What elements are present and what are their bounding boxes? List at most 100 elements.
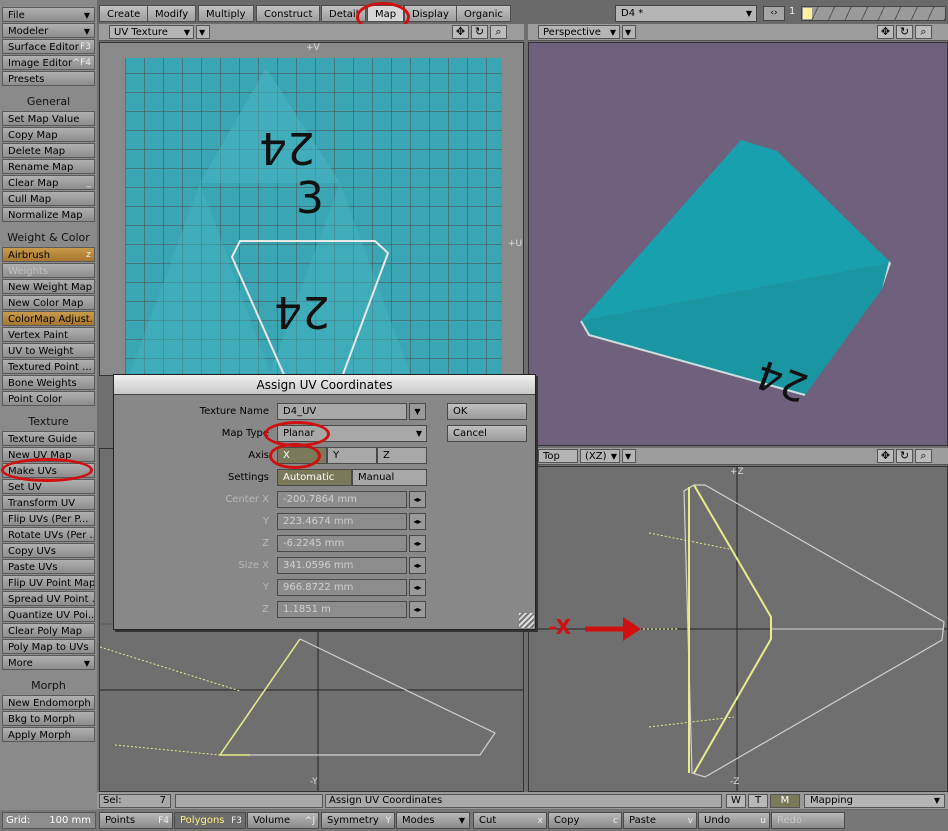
spread-uv-point-button[interactable]: Spread UV Point ... [2,591,95,606]
tab-construct[interactable]: Construct [256,5,321,22]
rotate-uvs-per-button[interactable]: Rotate UVs (Per ... [2,527,95,542]
persp-viewport-render-select[interactable]: ▼ [622,25,636,39]
perspective-viewport[interactable]: 24 [528,42,948,446]
tab-modify[interactable]: Modify [147,5,197,22]
layer-bank[interactable] [801,6,946,21]
clear-map-button[interactable]: Clear Map _ [2,175,95,190]
move-view-icon[interactable]: ✥ [877,449,894,463]
vmap-select[interactable]: Mapping ▼ [804,794,945,808]
more-menu[interactable]: More [2,655,95,670]
axis-z-button[interactable]: Z [377,447,427,464]
uv-viewport-type-select[interactable]: UV Texture ▼ [109,25,194,39]
presets-button[interactable]: Presets [2,71,95,86]
poly-map-to-uvs-button[interactable]: Poly Map to UVs [2,639,95,654]
rotate-view-icon[interactable]: ↻ [896,449,913,463]
size-x-stepper-icon[interactable]: ◂▸ [409,557,426,574]
size-y-field[interactable]: 966.8722 mm [277,579,407,596]
manual-button[interactable]: Manual [352,469,427,486]
cull-map-button[interactable]: Cull Map [2,191,95,206]
tab-multiply[interactable]: Multiply [198,5,254,22]
paste-uvs-button[interactable]: Paste UVs [2,559,95,574]
quantize-uv-point-button[interactable]: Quantize UV Poi... [2,607,95,622]
texture-name-dropdown-icon[interactable]: ▼ [409,403,426,420]
size-y-stepper-icon[interactable]: ◂▸ [409,579,426,596]
size-z-stepper-icon[interactable]: ◂▸ [409,601,426,618]
tab-organic[interactable]: Organic [456,5,511,22]
resize-grip-icon[interactable] [519,613,534,628]
flip-uv-point-map-button[interactable]: Flip UV Point Map [2,575,95,590]
layer-prev-next-arrows[interactable]: ‹› [763,6,785,21]
surface-editor-button[interactable]: Surface Editor F3 [2,39,95,54]
zoom-view-icon[interactable]: ⌕ [915,449,932,463]
copy-map-button[interactable]: Copy Map [2,127,95,142]
vertex-paint-button[interactable]: Vertex Paint [2,327,95,342]
colormap-adjust-button[interactable]: ColorMap Adjust... [2,311,95,326]
move-view-icon[interactable]: ✥ [452,25,469,39]
uv-viewport-render-select[interactable]: ▼ [196,25,210,39]
tab-create[interactable]: Create [99,5,149,22]
size-z-field[interactable]: 1.1851 m [277,601,407,618]
persp-viewport-type-select[interactable]: Perspective ▼ [538,25,620,39]
texture-mode-button[interactable]: T [748,794,768,808]
texture-guide-button[interactable]: Texture Guide [2,431,95,446]
image-editor-button[interactable]: Image Editor ^F4 [2,55,95,70]
modeler-menu[interactable]: Modeler [2,23,95,38]
uv-viewport[interactable]: 24 3 24 +V +U [99,42,524,376]
bkg-to-morph-button[interactable]: Bkg to Morph [2,711,95,726]
textured-point-button[interactable]: Textured Point ... [2,359,95,374]
points-mode-button[interactable]: Points F4 [99,812,173,829]
axis-y-button[interactable]: Y [327,447,377,464]
paste-button[interactable]: Paste v [623,812,697,829]
automatic-button[interactable]: Automatic [277,469,352,486]
top-viewport-type-select[interactable]: Top [538,449,578,463]
modes-menu[interactable]: Modes ▼ [396,812,470,829]
top-viewport[interactable]: +Z -Z -X [528,466,948,792]
uv-to-weight-button[interactable]: UV to Weight [2,343,95,358]
cancel-button[interactable]: Cancel [447,425,527,442]
symmetry-toggle[interactable]: Symmetry Y [321,812,395,829]
new-weight-map-button[interactable]: New Weight Map [2,279,95,294]
new-endomorph-button[interactable]: New Endomorph [2,695,95,710]
clear-poly-map-button[interactable]: Clear Poly Map [2,623,95,638]
rename-map-button[interactable]: Rename Map [2,159,95,174]
weight-mode-button[interactable]: W [726,794,746,808]
top-viewport-render-select[interactable]: ▼ [622,449,636,463]
polygons-mode-button[interactable]: Polygons F3 [174,812,246,829]
volume-mode-button[interactable]: Volume ^J [247,812,319,829]
morph-mode-button[interactable]: M [770,794,800,808]
new-color-map-button[interactable]: New Color Map [2,295,95,310]
move-view-icon[interactable]: ✥ [877,25,894,39]
center-z-field[interactable]: -6.2245 mm [277,535,407,552]
center-z-stepper-icon[interactable]: ◂▸ [409,535,426,552]
ok-button[interactable]: OK [447,403,527,420]
object-selector[interactable]: D4 * ▼ [615,5,757,22]
center-x-field[interactable]: -200.7864 mm [277,491,407,508]
bone-weights-button[interactable]: Bone Weights [2,375,95,390]
airbrush-button[interactable]: Airbrush z [2,247,95,262]
point-color-button[interactable]: Point Color [2,391,95,406]
zoom-view-icon[interactable]: ⌕ [915,25,932,39]
file-menu[interactable]: File [2,7,95,22]
delete-map-button[interactable]: Delete Map [2,143,95,158]
redo-button[interactable]: Redo [771,812,845,829]
apply-morph-button[interactable]: Apply Morph [2,727,95,742]
normalize-map-button[interactable]: Normalize Map [2,207,95,222]
center-y-field[interactable]: 223.4674 mm [277,513,407,530]
zoom-view-icon[interactable]: ⌕ [490,25,507,39]
flip-uvs-per-button[interactable]: Flip UVs (Per P... [2,511,95,526]
rotate-view-icon[interactable]: ↻ [896,25,913,39]
set-map-value-button[interactable]: Set Map Value [2,111,95,126]
cut-button[interactable]: Cut x [473,812,547,829]
texture-name-field[interactable]: D4_UV [277,403,407,420]
tab-display[interactable]: Display [404,5,457,22]
rotate-view-icon[interactable]: ↻ [471,25,488,39]
weights-button[interactable]: Weights [2,263,95,278]
transform-uv-button[interactable]: Transform UV [2,495,95,510]
top-viewport-axes-select[interactable]: (XZ) ▼ [580,449,620,463]
undo-button[interactable]: Undo u [698,812,770,829]
center-y-stepper-icon[interactable]: ◂▸ [409,513,426,530]
copy-uvs-button[interactable]: Copy UVs [2,543,95,558]
copy-button[interactable]: Copy c [548,812,622,829]
center-x-stepper-icon[interactable]: ◂▸ [409,491,426,508]
size-x-field[interactable]: 341.0596 mm [277,557,407,574]
